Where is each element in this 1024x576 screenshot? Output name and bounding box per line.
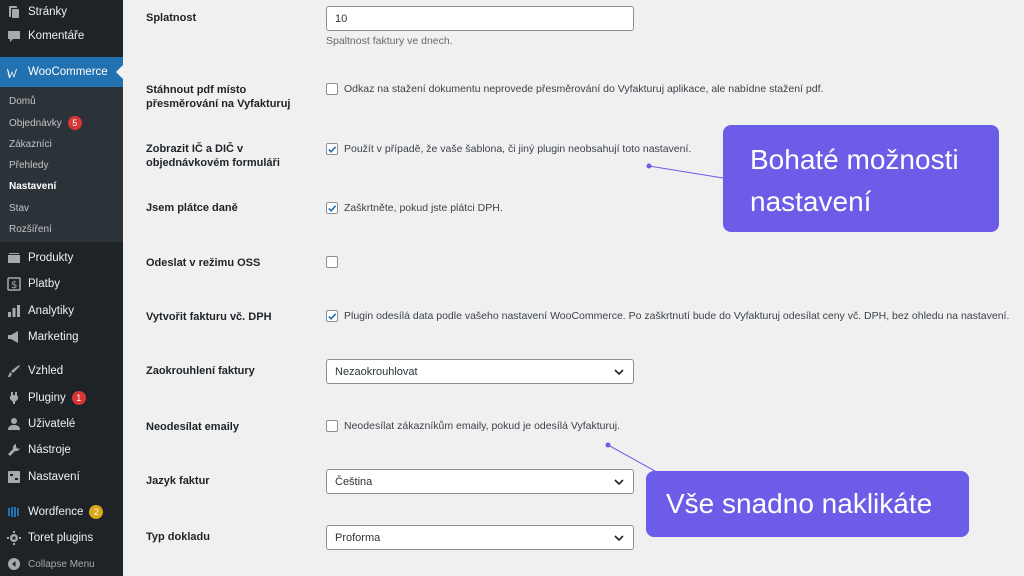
sidebar-item-comments[interactable]: Komentáře: [0, 24, 123, 48]
submenu-item-orders[interactable]: Objednávky 5: [9, 115, 82, 131]
platce-dane-checkbox[interactable]: [326, 202, 338, 214]
current-menu-arrow: [116, 65, 123, 79]
faktura-dph-text: Plugin odesílá data podle vašeho nastave…: [344, 310, 1010, 322]
zaokrouhleni-select[interactable]: Nezaokrouhlovat: [326, 359, 634, 384]
sidebar-item-label: Pluginy: [28, 392, 66, 404]
sidebar-item-pages[interactable]: Stránky: [0, 0, 123, 24]
faktura-dph-checkbox[interactable]: [326, 310, 338, 322]
neodesilat-row: Neodesílat zákazníkům emaily, pokud je o…: [326, 420, 620, 432]
chevron-down-icon: [614, 478, 624, 485]
zobrazit-ic-checkbox[interactable]: [326, 143, 338, 155]
faktura-dph-row: Plugin odesílá data podle vašeho nastave…: [326, 310, 1009, 322]
submenu-item-status[interactable]: Stav: [9, 200, 29, 216]
platce-dane-row: Zaškrtněte, pokud jste plátci DPH.: [326, 202, 503, 214]
svg-text:$: $: [11, 280, 17, 291]
chevron-down-icon: [614, 368, 624, 375]
jazyk-value: Čeština: [335, 475, 373, 488]
chevron-down-icon: [614, 534, 624, 541]
comments-icon: [7, 29, 21, 43]
sidebar-item-label: Stránky: [28, 6, 67, 18]
platce-dane-label: Jsem plátce daně: [146, 202, 238, 214]
sidebar-item-payments[interactable]: $ Platby: [0, 272, 123, 296]
sidebar-item-label: Toret plugins: [28, 532, 94, 544]
stahnout-pdf-checkbox[interactable]: [326, 83, 338, 95]
users-icon: [7, 417, 21, 431]
stahnout-pdf-row: Odkaz na stažení dokumentu neprovede pře…: [326, 83, 823, 95]
zobrazit-ic-row: Použít v případě, že vaše šablona, či ji…: [326, 143, 691, 155]
stahnout-pdf-text: Odkaz na stažení dokumentu neprovede pře…: [344, 83, 824, 95]
gear-icon: [7, 531, 21, 545]
sidebar-item-settings[interactable]: Nastavení: [0, 465, 123, 489]
appearance-icon: [7, 364, 21, 378]
sidebar-item-woocommerce[interactable]: WooCommerce: [0, 57, 123, 87]
stahnout-pdf-label: Stáhnout pdf místo přesměrování na Vyfak…: [146, 84, 291, 110]
analytics-icon: [7, 304, 21, 318]
sidebar-item-plugins[interactable]: Pluginy 1: [0, 386, 123, 410]
sidebar-item-label: Platby: [28, 278, 60, 290]
neodesilat-text: Neodesílat zákazníkům emaily, pokud je o…: [344, 420, 621, 432]
oss-row: [326, 256, 344, 268]
zaokrouhleni-label: Zaokrouhlení faktury: [146, 365, 255, 377]
sidebar-item-toret-plugins[interactable]: Toret plugins: [0, 526, 123, 550]
woocommerce-submenu: Domů Objednávky 5 Zákazníci Přehledy Nast…: [0, 87, 123, 242]
neodesilat-checkbox[interactable]: [326, 420, 338, 432]
sidebar-item-label: Komentáře: [28, 30, 85, 42]
sidebar-item-products[interactable]: Produkty: [0, 246, 123, 270]
sidebar-item-analytics[interactable]: Analytiky: [0, 299, 123, 323]
sidebar-item-label: Wordfence: [28, 506, 84, 518]
tools-icon: [7, 443, 21, 457]
sidebar-item-label: Marketing: [28, 331, 79, 343]
submenu-item-settings[interactable]: Nastavení: [9, 178, 56, 194]
zobrazit-ic-text: Použít v případě, že vaše šablona, či ji…: [344, 143, 692, 155]
sidebar-item-tools[interactable]: Nástroje: [0, 438, 123, 462]
pages-icon: [7, 5, 21, 19]
neodesilat-label: Neodesílat emaily: [146, 421, 239, 433]
oss-checkbox[interactable]: [326, 256, 338, 268]
sidebar-item-label: Produkty: [28, 252, 74, 264]
submenu-item-reports[interactable]: Přehledy: [9, 157, 48, 173]
orders-count-badge: 5: [67, 116, 82, 130]
sidebar-item-label: Vzhled: [28, 365, 64, 377]
marketing-icon: [7, 330, 21, 344]
submenu-item-customers[interactable]: Zákazníci: [9, 136, 52, 152]
zaokrouhleni-value: Nezaokrouhlovat: [335, 365, 418, 378]
sidebar-item-label: Analytiky: [28, 305, 75, 317]
jazyk-select[interactable]: Čeština: [326, 469, 634, 494]
settings-icon: [7, 470, 21, 484]
sidebar-item-marketing[interactable]: Marketing: [0, 325, 123, 349]
splatnost-description: Spaltnost faktury ve dnech.: [326, 35, 453, 47]
zobrazit-ic-label: Zobrazit IČ a DIČ v objednávkovém formul…: [146, 143, 280, 169]
woocommerce-icon: [7, 65, 21, 79]
sidebar-item-label: Nastavení: [28, 471, 80, 483]
sidebar-item-users[interactable]: Uživatelé: [0, 412, 123, 436]
sidebar-item-appearance[interactable]: Vzhled: [0, 359, 123, 383]
callout-easy-click: Vše snadno naklikáte: [646, 471, 969, 537]
submenu-item-home[interactable]: Domů: [9, 93, 36, 109]
sidebar-item-wordfence[interactable]: Wordfence 2: [0, 500, 123, 524]
faktura-dph-label: Vytvořit fakturu vč. DPH: [146, 311, 272, 323]
callout-rich-settings: Bohaté možnosti nastavení: [723, 125, 999, 232]
wordfence-icon: [7, 505, 21, 519]
collapse-icon: [7, 557, 21, 571]
sidebar-item-label: WooCommerce: [28, 66, 108, 78]
sidebar-item-label: Uživatelé: [28, 418, 76, 430]
admin-sidebar: Stránky Komentáře WooCommerce Domů Objed…: [0, 0, 123, 576]
typ-label: Typ dokladu: [146, 531, 210, 543]
collapse-menu-button[interactable]: Collapse Menu: [0, 552, 123, 576]
typ-select[interactable]: Proforma: [326, 525, 634, 550]
payments-icon: $: [7, 277, 21, 291]
plugins-icon: [7, 391, 21, 405]
platce-dane-text: Zaškrtněte, pokud jste plátci DPH.: [344, 202, 503, 214]
jazyk-label: Jazyk faktur: [146, 475, 210, 487]
plugins-update-badge: 1: [71, 391, 86, 405]
typ-value: Proforma: [335, 531, 381, 544]
wordfence-alert-badge: 2: [89, 505, 104, 519]
oss-label: Odeslat v režimu OSS: [146, 257, 261, 269]
submenu-item-extensions[interactable]: Rozšíření: [9, 221, 52, 237]
products-icon: [7, 251, 21, 265]
splatnost-label: Splatnost: [146, 12, 197, 24]
sidebar-item-label: Collapse Menu: [28, 558, 95, 570]
sidebar-item-label: Nástroje: [28, 444, 71, 456]
splatnost-input[interactable]: 10: [326, 6, 634, 31]
